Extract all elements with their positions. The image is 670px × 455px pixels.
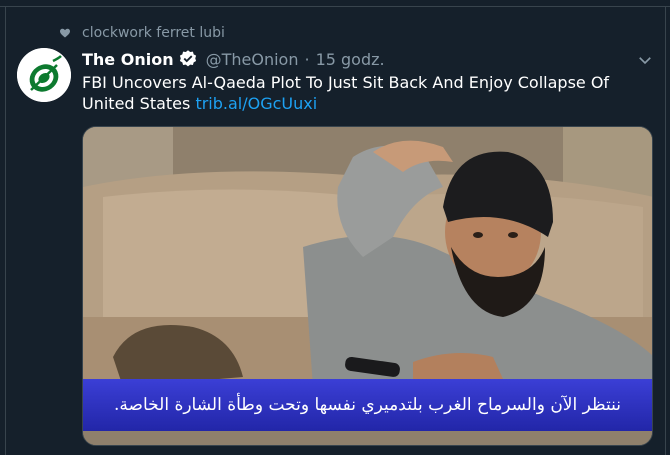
tweet-header: The Onion @TheOnion · 15 godz. bbox=[82, 48, 385, 70]
social-context bbox=[59, 24, 71, 42]
timestamp[interactable]: 15 godz. bbox=[316, 50, 385, 69]
tweet-body: FBI Uncovers Al-Qaeda Plot To Just Sit B… bbox=[82, 73, 610, 113]
avatar[interactable] bbox=[17, 48, 71, 102]
chevron-down-icon[interactable] bbox=[636, 51, 654, 69]
display-name[interactable]: The Onion bbox=[82, 50, 174, 69]
heart-icon bbox=[60, 28, 70, 38]
caption-bar: ننتظر الآن والسرماح الغرب بلتدميري نفسها… bbox=[83, 379, 652, 431]
left-border bbox=[5, 6, 6, 455]
social-context-text[interactable]: clockwork ferret lubi bbox=[82, 24, 225, 42]
user-handle[interactable]: @TheOnion bbox=[206, 50, 299, 69]
right-border bbox=[665, 6, 666, 455]
tweet-media-image[interactable]: ننتظر الآن والسرماح الغرب بلتدميري نفسها… bbox=[82, 126, 653, 446]
verified-badge-icon bbox=[179, 50, 196, 67]
separator-dot: · bbox=[304, 49, 310, 69]
arabic-caption: ننتظر الآن والسرماح الغرب بلتدميري نفسها… bbox=[114, 395, 621, 415]
top-divider bbox=[0, 0, 670, 7]
onion-logo bbox=[17, 48, 71, 102]
tweet-link[interactable]: trib.al/OGcUuxi bbox=[195, 94, 317, 113]
tweet-text: FBI Uncovers Al-Qaeda Plot To Just Sit B… bbox=[82, 72, 642, 114]
